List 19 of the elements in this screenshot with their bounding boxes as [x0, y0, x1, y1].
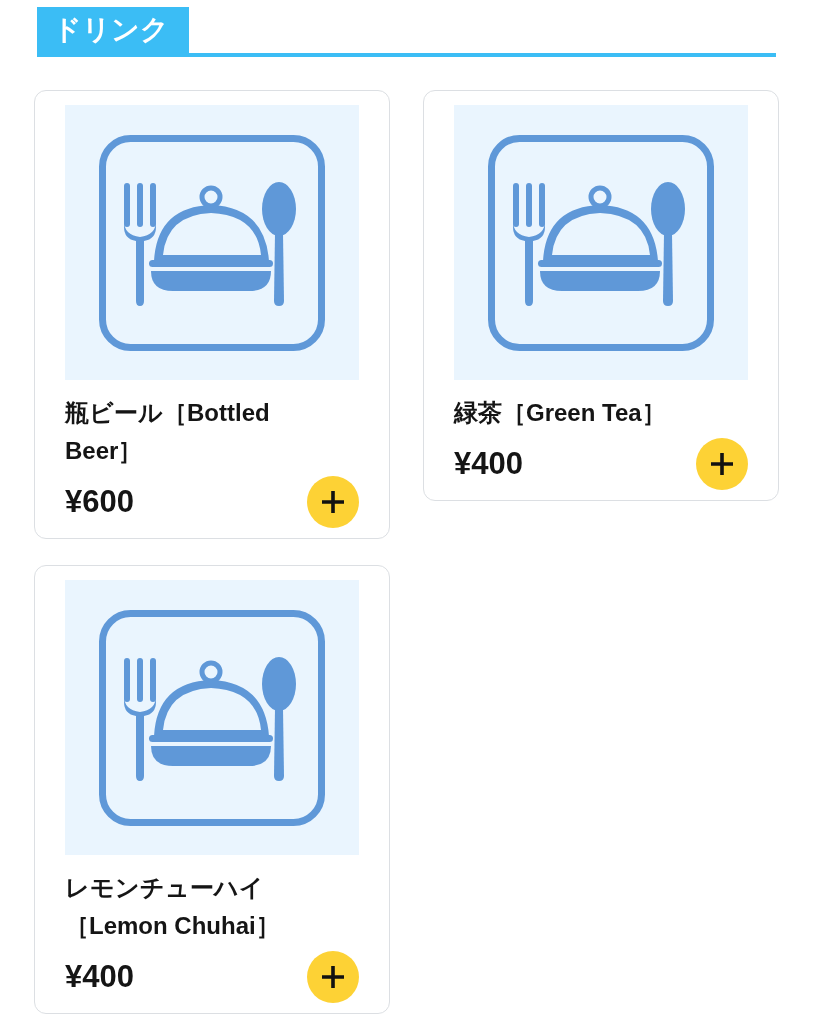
item-name: 緑茶［Green Tea］ — [454, 398, 667, 428]
serving-dish-icon — [99, 134, 325, 351]
add-button[interactable] — [307, 951, 359, 1003]
serving-dish-icon — [488, 134, 714, 351]
plus-icon — [321, 965, 345, 989]
add-button[interactable] — [696, 438, 748, 490]
serving-dish-icon — [99, 609, 325, 826]
plus-icon — [710, 452, 734, 476]
item-price: ¥600 — [65, 483, 134, 521]
item-name: レモンチューハイ［Lemon Chuhai］ — [65, 873, 281, 941]
add-button[interactable] — [307, 476, 359, 528]
plus-icon — [321, 490, 345, 514]
menu-item-card[interactable]: レモンチューハイ［Lemon Chuhai］ ¥400 — [34, 565, 390, 1014]
menu-item-card[interactable]: 緑茶［Green Tea］ ¥400 — [423, 90, 779, 501]
menu-item-card[interactable]: 瓶ビール［Bottled Beer］ ¥600 — [34, 90, 390, 539]
section-title: ドリンク — [37, 7, 189, 53]
item-price: ¥400 — [454, 445, 523, 483]
item-name: 瓶ビール［Bottled Beer］ — [65, 398, 271, 466]
item-price: ¥400 — [65, 958, 134, 996]
